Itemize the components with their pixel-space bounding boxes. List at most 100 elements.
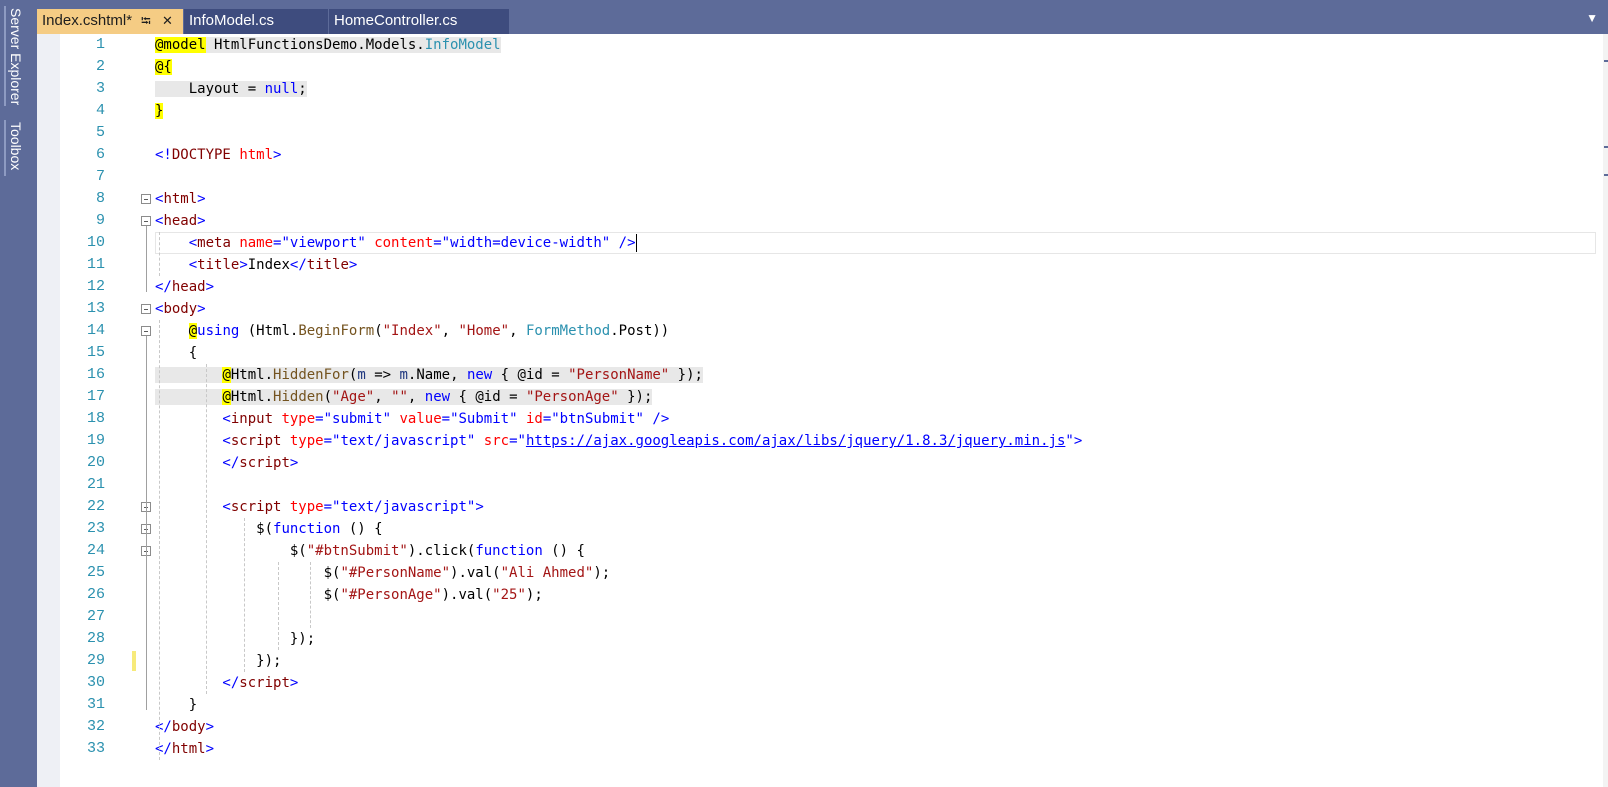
- code-line[interactable]: 10 <meta name="viewport" content="width=…: [37, 232, 1602, 254]
- code-line[interactable]: 11 <title>Index</title>: [37, 254, 1602, 276]
- code-line[interactable]: 1 @model HtmlFunctionsDemo.Models.InfoMod…: [37, 34, 1602, 56]
- code-line[interactable]: 9 <head>: [37, 210, 1602, 232]
- code-token: head: [171, 279, 206, 295]
- code-text: <!DOCTYPE html>: [155, 144, 281, 166]
- code-line[interactable]: 16 @Html.HiddenFor(m => m.Name, new { @i…: [37, 364, 1602, 386]
- code-line[interactable]: 31 }: [37, 694, 1602, 716]
- code-token: Layout =: [155, 81, 265, 97]
- code-line[interactable]: 6 <!DOCTYPE html>: [37, 144, 1602, 166]
- code-line[interactable]: 33 </html>: [37, 738, 1602, 760]
- code-token: meta: [197, 235, 231, 251]
- tab-index-cshtml[interactable]: Index.cshtml* ⭾ ✕: [37, 9, 183, 34]
- code-token: { @id =: [450, 389, 526, 405]
- code-token: <!: [155, 147, 172, 163]
- server-explorer-tab[interactable]: Server Explorer: [8, 8, 24, 105]
- code-text: <script type="text/javascript" src="http…: [155, 430, 1082, 452]
- code-token: script: [239, 455, 290, 471]
- code-line[interactable]: 21: [37, 474, 1602, 496]
- pin-icon[interactable]: ⭾: [141, 9, 151, 33]
- code-line[interactable]: 23 $(function () {: [37, 518, 1602, 540]
- code-line[interactable]: 20 </script>: [37, 452, 1602, 474]
- side-tab-indicator: [4, 120, 6, 176]
- code-editor[interactable]: 1 @model HtmlFunctionsDemo.Models.InfoMod…: [37, 34, 1608, 787]
- code-line[interactable]: 19 <script type="text/javascript" src="h…: [37, 430, 1602, 452]
- code-text: Layout = null;: [155, 78, 307, 100]
- tab-infomodel-cs[interactable]: InfoModel.cs: [184, 9, 328, 34]
- code-token: );: [593, 565, 611, 581]
- code-line[interactable]: 5: [37, 122, 1602, 144]
- code-line[interactable]: 17 @Html.Hidden("Age", "", new { @id = "…: [37, 386, 1602, 408]
- code-token: type: [289, 499, 324, 515]
- code-token: html: [171, 741, 206, 757]
- code-line[interactable]: 29 });: [37, 650, 1602, 672]
- code-text: <html>: [155, 188, 206, 210]
- code-token: });: [155, 653, 282, 669]
- code-token: "PersonAge": [525, 389, 619, 405]
- code-token: head: [163, 213, 198, 229]
- code-token: >: [205, 279, 215, 295]
- code-line[interactable]: 15 {: [37, 342, 1602, 364]
- line-number: 15: [86, 344, 105, 361]
- code-token: </: [289, 257, 307, 273]
- chevron-down-icon[interactable]: ▼: [1586, 11, 1598, 25]
- code-token: <: [155, 411, 231, 427]
- tab-homecontroller-cs[interactable]: HomeController.cs: [329, 9, 509, 34]
- code-text: </head>: [155, 276, 214, 298]
- unsaved-change-marker: [132, 651, 136, 671]
- code-token: >: [205, 741, 215, 757]
- code-token: "text/javascript": [332, 499, 476, 515]
- code-token: () {: [542, 543, 585, 559]
- line-number: 26: [86, 586, 105, 603]
- code-token: ).click(: [407, 543, 476, 559]
- code-token: name: [239, 235, 274, 251]
- code-token: FormMethod: [525, 323, 611, 339]
- toolbox-tab[interactable]: Toolbox: [8, 122, 24, 170]
- code-token: <: [155, 433, 231, 449]
- code-line[interactable]: 18 <input type="submit" value="Submit" i…: [37, 408, 1602, 430]
- code-line[interactable]: 24 $("#btnSubmit").click(function () {: [37, 540, 1602, 562]
- code-line[interactable]: 2 @{: [37, 56, 1602, 78]
- close-icon[interactable]: ✕: [162, 9, 173, 33]
- code-token: >: [348, 257, 358, 273]
- code-token: =: [509, 433, 518, 449]
- code-token: (: [374, 323, 383, 339]
- code-line[interactable]: 12 </head>: [37, 276, 1602, 298]
- code-token: null: [264, 81, 299, 97]
- code-token: html: [239, 147, 274, 163]
- code-line[interactable]: 27: [37, 606, 1602, 628]
- code-token: DOCTYPE: [171, 147, 231, 163]
- code-line[interactable]: 22 <script type="text/javascript">: [37, 496, 1602, 518]
- code-token: "text/javascript": [332, 433, 476, 449]
- code-line[interactable]: 30 </script>: [37, 672, 1602, 694]
- code-token: </: [155, 719, 172, 735]
- code-line[interactable]: 3 Layout = null;: [37, 78, 1602, 100]
- code-line[interactable]: 28 });: [37, 628, 1602, 650]
- code-token: "PersonName": [568, 367, 670, 383]
- collapse-icon[interactable]: [141, 216, 151, 226]
- collapse-icon[interactable]: [141, 194, 151, 204]
- collapse-icon[interactable]: [141, 326, 151, 336]
- code-text: </body>: [155, 716, 214, 738]
- code-line[interactable]: 14 @using (Html.BeginForm("Index", "Home…: [37, 320, 1602, 342]
- code-token: =: [315, 411, 324, 427]
- code-line[interactable]: 25 $("#PersonName").val("Ali Ahmed");: [37, 562, 1602, 584]
- code-line[interactable]: 13 <body>: [37, 298, 1602, 320]
- collapse-icon[interactable]: [141, 304, 151, 314]
- code-token: () {: [340, 521, 383, 537]
- code-line[interactable]: 4}: [37, 100, 1602, 122]
- code-line[interactable]: 26 $("#PersonAge").val("25");: [37, 584, 1602, 606]
- tab-label: Index.cshtml*: [42, 12, 133, 29]
- code-token: =: [323, 433, 333, 449]
- vertical-scrollbar[interactable]: [1603, 34, 1608, 787]
- code-text: </html>: [155, 738, 214, 760]
- code-line[interactable]: 32 </body>: [37, 716, 1602, 738]
- code-token: </: [155, 279, 172, 295]
- code-line[interactable]: 7: [37, 166, 1602, 188]
- code-text: $("#PersonAge").val("25");: [155, 584, 543, 606]
- code-line[interactable]: 8 <html>: [37, 188, 1602, 210]
- code-token: $(: [155, 587, 341, 603]
- code-text: @model HtmlFunctionsDemo.Models.InfoMode…: [155, 34, 501, 56]
